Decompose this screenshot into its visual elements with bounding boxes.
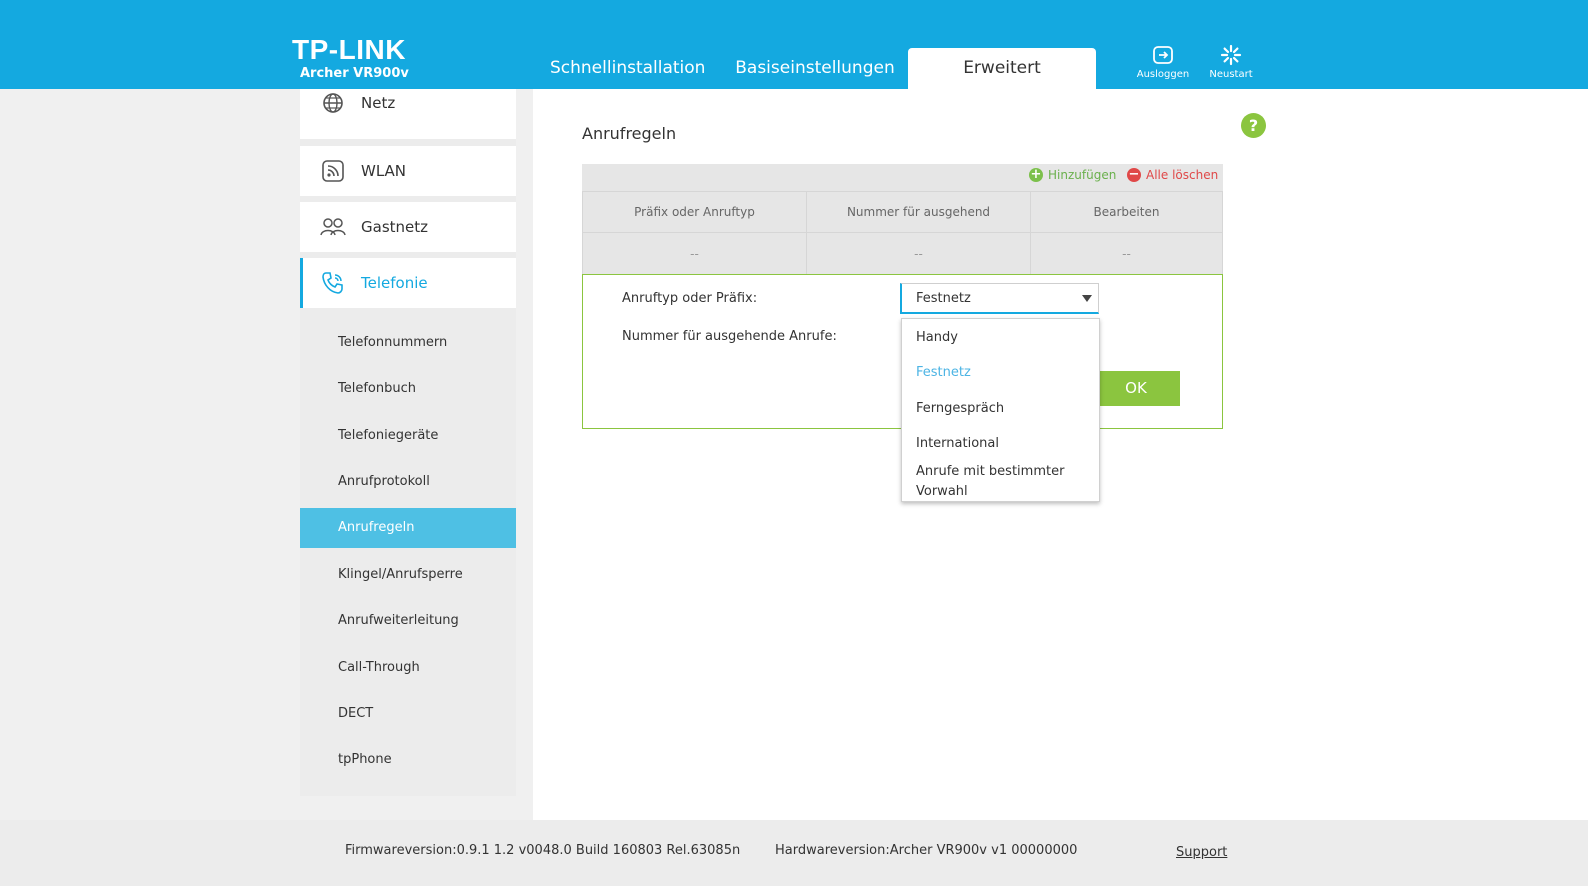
sidebar-subitem-dect[interactable]: DECT bbox=[300, 694, 516, 734]
minus-icon: − bbox=[1127, 167, 1141, 182]
firmware-version: Firmwareversion:0.9.1 1.2 v0048.0 Build … bbox=[345, 843, 741, 858]
sidebar-item-gastnetz[interactable]: Gastnetz bbox=[300, 202, 516, 252]
sidebar-subitem-anrufregeln[interactable]: Anrufregeln bbox=[300, 508, 516, 548]
call-type-label: Anruftyp oder Präfix: bbox=[622, 291, 758, 306]
hardware-version: Hardwareversion:Archer VR900v v1 0000000… bbox=[775, 843, 1078, 858]
sidebar-item-label: Netz bbox=[361, 94, 396, 112]
table-header-row: Präfix oder Anruftyp Nummer für ausgehen… bbox=[582, 191, 1223, 233]
select-value: Festnetz bbox=[916, 291, 971, 306]
dropdown-option-international[interactable]: International bbox=[916, 434, 1091, 454]
logout-label: Ausloggen bbox=[1136, 69, 1190, 80]
support-link[interactable]: Support bbox=[1176, 845, 1227, 860]
logout-button[interactable]: Ausloggen bbox=[1133, 44, 1193, 80]
outgoing-number-label: Nummer für ausgehende Anrufe: bbox=[622, 329, 837, 344]
reboot-icon bbox=[1220, 44, 1242, 66]
sidebar-item-wlan[interactable]: WLAN bbox=[300, 146, 516, 196]
guest-users-icon bbox=[320, 214, 346, 240]
reboot-button[interactable]: Neustart bbox=[1201, 44, 1261, 80]
dropdown-option-festnetz[interactable]: Festnetz bbox=[916, 363, 1091, 383]
column-header: Präfix oder Anruftyp bbox=[582, 191, 807, 233]
delete-all-button[interactable]: − Alle löschen bbox=[1127, 168, 1218, 182]
dropdown-option-handy[interactable]: Handy bbox=[916, 328, 1091, 348]
sidebar-item-label: Gastnetz bbox=[361, 218, 429, 236]
dropdown-option-vorwahl[interactable]: Anrufe mit bestimmter Vorwahl bbox=[916, 462, 1091, 502]
plus-icon: + bbox=[1029, 167, 1043, 182]
phone-icon bbox=[320, 270, 346, 296]
sidebar-item-netz[interactable]: Netz bbox=[300, 89, 516, 139]
sidebar-subitem-klingel-anrufsperre[interactable]: Klingel/Anrufsperre bbox=[300, 555, 516, 595]
column-header: Nummer für ausgehend bbox=[806, 191, 1031, 233]
sidebar-item-label: Telefonie bbox=[361, 274, 428, 292]
sidebar-subitem-anrufprotokoll[interactable]: Anrufprotokoll bbox=[300, 462, 516, 502]
tab-schnellinstallation[interactable]: Schnellinstallation bbox=[550, 48, 705, 89]
column-header: Bearbeiten bbox=[1030, 191, 1223, 233]
caret-down-icon bbox=[1082, 295, 1092, 302]
sidebar-item-label: WLAN bbox=[361, 162, 407, 180]
table-cell: -- bbox=[806, 232, 1031, 275]
sidebar-subitem-telefonnummern[interactable]: Telefonnummern bbox=[300, 323, 516, 363]
add-button[interactable]: + Hinzufügen bbox=[1029, 168, 1116, 182]
call-rules-table: Präfix oder Anruftyp Nummer für ausgehen… bbox=[582, 191, 1223, 275]
tab-erweitert[interactable]: Erweitert bbox=[908, 48, 1096, 89]
sidebar-subitem-telefoniegeraete[interactable]: Telefoniegeräte bbox=[300, 416, 516, 456]
sidebar-subitem-telefonbuch[interactable]: Telefonbuch bbox=[300, 369, 516, 409]
tab-basiseinstellungen[interactable]: Basiseinstellungen bbox=[735, 48, 895, 89]
call-type-select[interactable]: Festnetz bbox=[900, 283, 1099, 314]
ok-button[interactable]: OK bbox=[1090, 371, 1180, 406]
reboot-label: Neustart bbox=[1209, 69, 1253, 80]
table-toolbar: + Hinzufügen − Alle löschen bbox=[582, 164, 1223, 191]
page-title: Anrufregeln bbox=[582, 124, 677, 143]
add-label: Hinzufügen bbox=[1048, 168, 1117, 182]
brand-logo: TP-LINK bbox=[292, 34, 406, 65]
sidebar-subitem-call-through[interactable]: Call-Through bbox=[300, 648, 516, 688]
help-icon[interactable]: ? bbox=[1241, 113, 1266, 138]
table-cell: -- bbox=[1030, 232, 1223, 275]
logout-icon bbox=[1153, 46, 1173, 64]
call-type-dropdown: Handy Festnetz Ferngespräch Internationa… bbox=[901, 318, 1100, 502]
wifi-icon bbox=[320, 158, 346, 184]
model-name: Archer VR900v bbox=[300, 66, 409, 81]
table-row: -- -- -- bbox=[582, 232, 1223, 275]
sidebar-subitem-tpphone[interactable]: tpPhone bbox=[300, 740, 516, 780]
sidebar-item-telefonie[interactable]: Telefonie bbox=[300, 258, 516, 308]
sidebar-subitem-anrufweiterleitung[interactable]: Anrufweiterleitung bbox=[300, 601, 516, 641]
dropdown-option-ferngespraech[interactable]: Ferngespräch bbox=[916, 399, 1091, 419]
globe-icon bbox=[320, 90, 346, 116]
delete-all-label: Alle löschen bbox=[1146, 168, 1219, 182]
table-cell: -- bbox=[582, 232, 807, 275]
